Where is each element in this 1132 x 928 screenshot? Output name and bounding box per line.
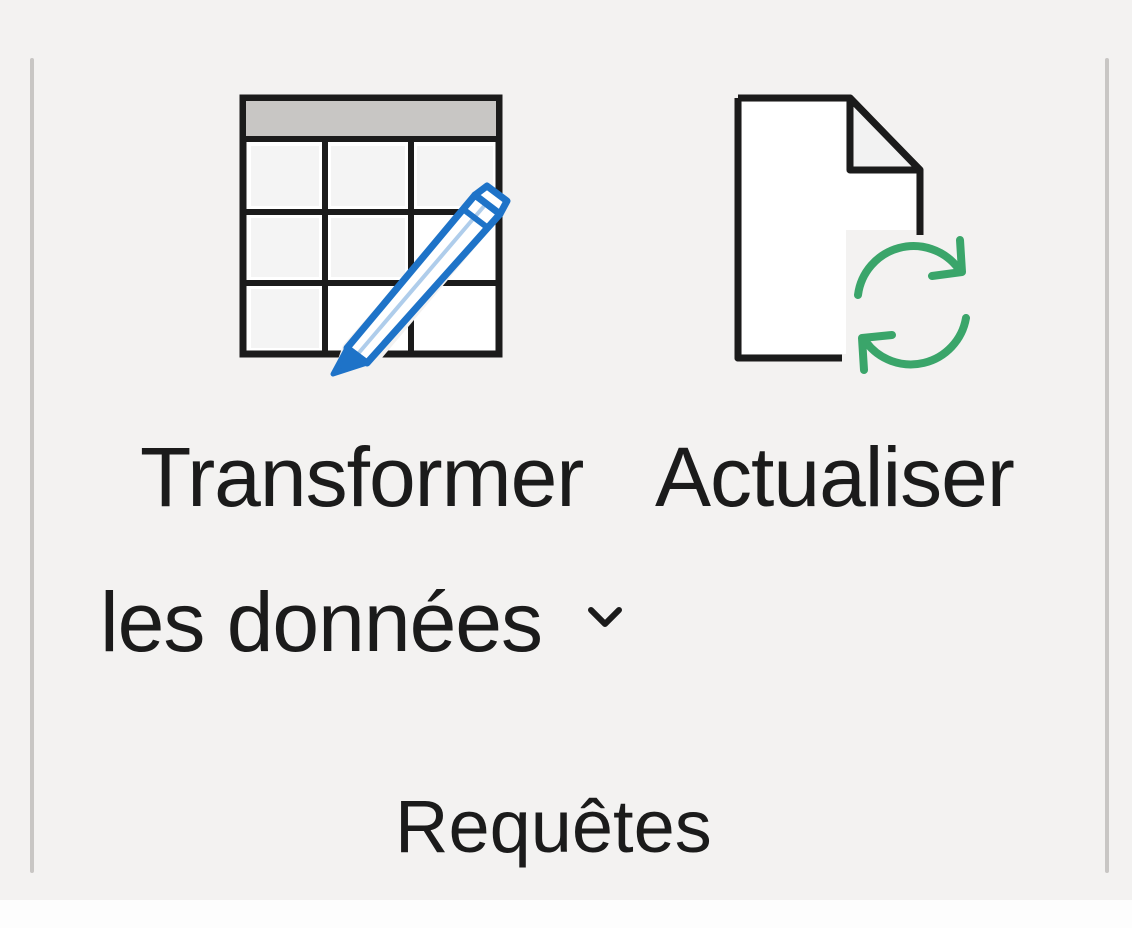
- refresh-label: Actualiser: [655, 430, 1015, 524]
- transform-data-label-line1: Transformer: [140, 430, 584, 524]
- group-separator-right: [1105, 58, 1109, 873]
- ribbon-group-queries: Transformer les données Actualiser Requê…: [0, 0, 1132, 900]
- refresh-button[interactable]: Actualiser: [640, 80, 1060, 540]
- transform-data-button[interactable]: Transformer les données: [95, 80, 655, 680]
- table-edit-icon: [235, 90, 525, 382]
- group-separator-left: [30, 58, 34, 873]
- chevron-down-icon[interactable]: [583, 595, 627, 639]
- ribbon-bottom-edge: [0, 900, 1132, 928]
- group-label-queries: Requêtes: [395, 785, 712, 868]
- transform-data-label-line2: les données: [100, 575, 543, 669]
- document-refresh-icon: [730, 90, 1000, 380]
